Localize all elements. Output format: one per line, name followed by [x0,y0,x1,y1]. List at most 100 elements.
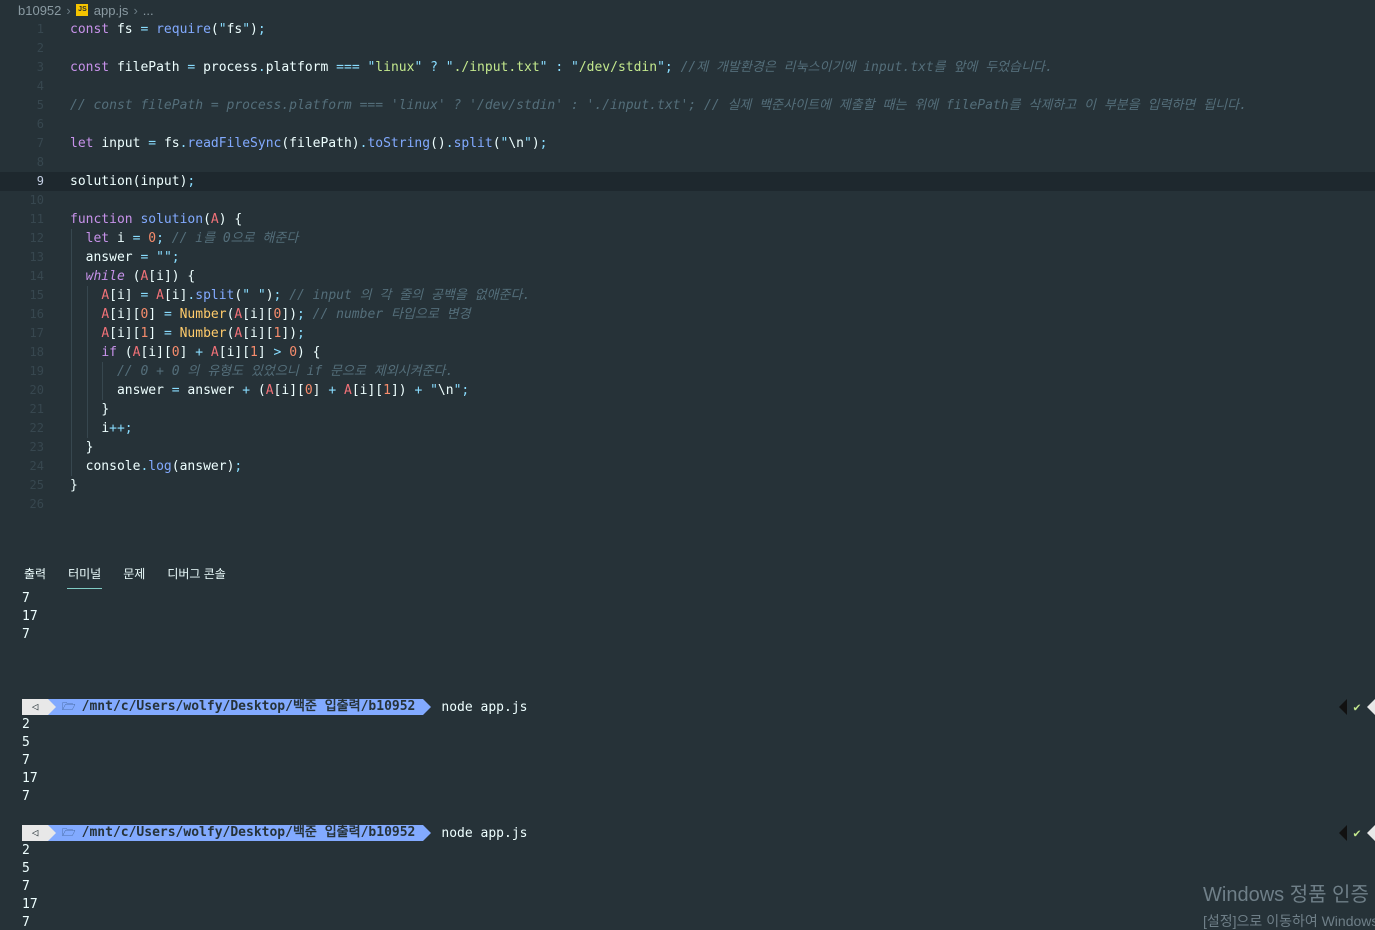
line-number: 14 [29,269,44,283]
code-line[interactable]: 1 const fs = require("fs"); [0,20,1375,39]
code-text: } [70,478,78,493]
breadcrumb-more[interactable]: ... [143,3,154,18]
prompt-icon: ◁ [22,699,56,715]
terminal-output-line: 17 [22,897,38,912]
line-number: 11 [29,212,44,226]
prompt-path: 🗁 /mnt/c/Users/wolfy/Desktop/백준 입출력/b1095… [48,825,432,841]
code-text: solution(input); [70,174,196,189]
line-number: 19 [29,364,44,378]
line-number: 12 [29,231,44,245]
line-number: 15 [29,288,44,302]
terminal-output-line: 17 [22,609,38,624]
terminal-output-line: 17 [22,771,38,786]
code-line[interactable]: 18 if (A[i][0] + A[i][1] > 0) { [0,343,1375,362]
line-number: 26 [29,497,44,511]
terminal[interactable]: 7 17 7 ◁ 🗁 /mnt/c/Users/wolfy/Desktop/백준 … [22,590,1375,930]
code-text: while (A[i]) { [85,269,196,284]
breadcrumb-file[interactable]: app.js [94,3,129,18]
line-number: 17 [29,326,44,340]
line-number: 16 [29,307,44,321]
code-line[interactable]: 2 [0,39,1375,58]
code-line[interactable]: 26 [0,495,1375,514]
javascript-file-icon: JS [75,4,88,16]
line-number: 20 [29,383,44,397]
terminal-output-line: 7 [22,627,30,642]
code-text: A[i][0] = Number(A[i][0]); // number 타입으… [101,307,471,322]
code-line[interactable]: 5 // const filePath = process.platform ==… [0,96,1375,115]
terminal-output-line: 7 [22,915,30,930]
code-line[interactable]: 20 answer = answer + (A[i][0] + A[i][1])… [0,381,1375,400]
code-line[interactable]: 17 A[i][1] = Number(A[i][1]); [0,324,1375,343]
code-line[interactable]: 24 console.log(answer); [0,457,1375,476]
code-line[interactable]: 16 A[i][0] = Number(A[i][0]); // number … [0,305,1375,324]
terminal-prompt: ◁ 🗁 /mnt/c/Users/wolfy/Desktop/백준 입출력/b10… [22,824,1375,842]
prompt-path-text: /mnt/c/Users/wolfy/Desktop/백준 입출력/b10952 [81,699,416,714]
status-segment: ✔ [1339,824,1375,842]
prompt-path-text: /mnt/c/Users/wolfy/Desktop/백준 입출력/b10952 [81,825,416,840]
code-text: i++; [101,421,133,436]
code-line[interactable]: 4 [0,77,1375,96]
code-text: // 0 + 0 의 유형도 있었으니 if 문으로 제외시켜준다. [116,364,454,379]
line-number: 5 [36,98,44,112]
code-line[interactable]: 15 A[i] = A[i].split(" "); // input 의 각 … [0,286,1375,305]
line-number: 13 [29,250,44,264]
code-line[interactable]: 10 [0,191,1375,210]
line-number: 24 [29,459,44,473]
watermark-subtitle: [설정]으로 이동하여 Windows [1203,913,1375,929]
code-text: let input = fs.readFileSync(filePath).to… [70,136,548,151]
code-line[interactable]: 19 // 0 + 0 의 유형도 있었으니 if 문으로 제외시켜준다. [0,362,1375,381]
code-editor[interactable]: 1 const fs = require("fs"); 2 3 const filePa… [0,20,1375,514]
code-line[interactable]: 14 while (A[i]) { [0,267,1375,286]
code-line[interactable]: 22 i++; [0,419,1375,438]
terminal-command: node app.js [441,699,528,715]
code-line[interactable]: 13 answer = ""; [0,248,1375,267]
code-line[interactable]: 25} [0,476,1375,495]
terminal-command: node app.js [441,825,528,841]
code-line[interactable]: 23 } [0,438,1375,457]
watermark-title: Windows 정품 인증 [1203,884,1369,906]
tab-problems[interactable]: 문제 [123,562,145,588]
windows-activation-watermark: Windows 정품 인증 [설정]으로 이동하여 Windows [1203,878,1375,930]
terminal-output-line: 2 [22,717,30,732]
terminal-output-line: 5 [22,735,30,750]
line-number: 10 [29,193,44,207]
terminal-output-line: 7 [22,789,30,804]
line-number: 2 [36,41,44,55]
chevron-right-icon: › [66,2,71,18]
code-line[interactable]: 11 function solution(A) { [0,210,1375,229]
code-text: A[i] = A[i].split(" "); // input 의 각 줄의 … [101,288,531,303]
line-number: 21 [29,402,44,416]
status-segment: ✔ [1339,698,1375,716]
code-text: A[i][1] = Number(A[i][1]); [101,326,305,341]
line-number: 1 [36,22,44,36]
code-text: // const filePath = process.platform ===… [70,98,1247,113]
tab-output[interactable]: 출력 [24,562,46,588]
terminal-output-line: 2 [22,843,30,858]
code-text: function solution(A) { [70,212,243,227]
breadcrumb-folder[interactable]: b10952 [18,3,61,18]
folder-icon: 🗁 [62,826,76,839]
tab-debug-console[interactable]: 디버그 콘솔 [167,562,226,588]
code-line[interactable]: 7 let input = fs.readFileSync(filePath).t… [0,134,1375,153]
line-number: 23 [29,440,44,454]
line-number: 7 [36,136,44,150]
line-number: 9 [36,174,44,188]
line-number: 3 [36,60,44,74]
prompt-path: 🗁 /mnt/c/Users/wolfy/Desktop/백준 입출력/b1095… [48,699,432,715]
code-line[interactable]: 12 let i = 0; // i를 0으로 해준다 [0,229,1375,248]
code-line[interactable]: 21 } [0,400,1375,419]
code-line[interactable]: 8 [0,153,1375,172]
terminal-output-line: 7 [22,753,30,768]
tab-terminal[interactable]: 터미널 [67,562,103,589]
terminal-prompt: ◁ 🗁 /mnt/c/Users/wolfy/Desktop/백준 입출력/b10… [22,698,1375,716]
chevron-right-icon: › [133,2,138,18]
code-line[interactable]: 3 const filePath = process.platform === "… [0,58,1375,77]
code-line[interactable]: 9 solution(input); [0,172,1375,191]
code-text: } [101,402,110,417]
code-line[interactable]: 6 [0,115,1375,134]
line-number: 8 [36,155,44,169]
line-number: 25 [29,478,44,492]
line-number: 18 [29,345,44,359]
line-number: 6 [36,117,44,131]
code-text: } [85,440,94,455]
